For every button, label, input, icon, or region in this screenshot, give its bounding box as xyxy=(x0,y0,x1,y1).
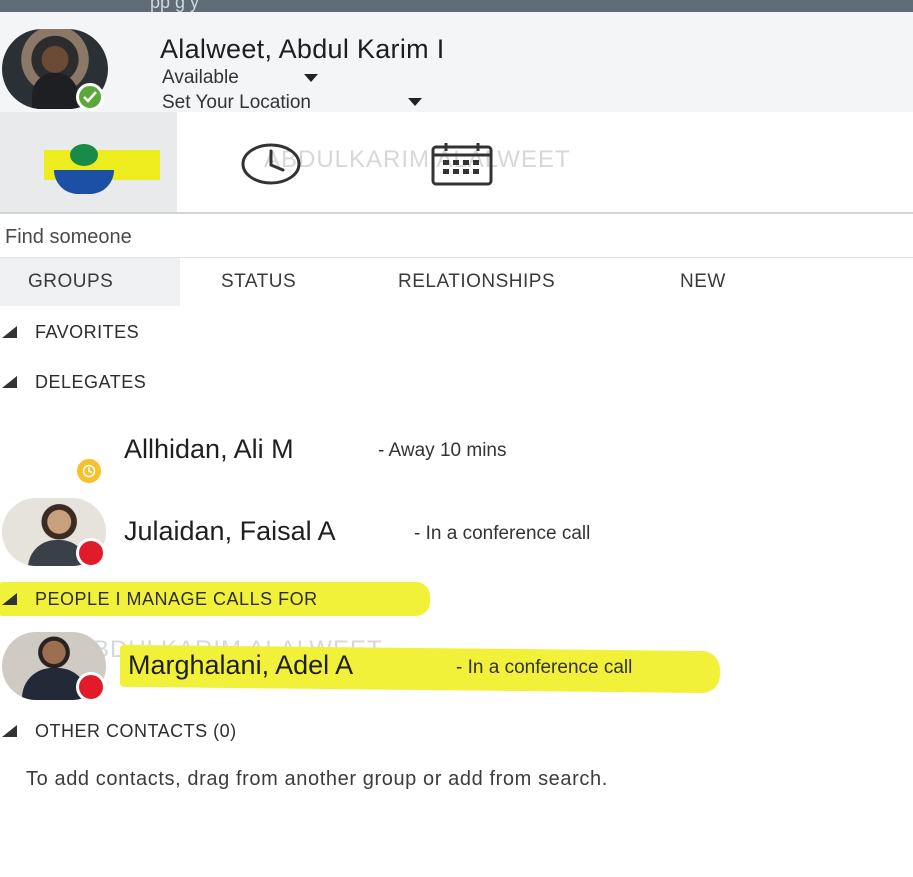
collapse-triangle-icon[interactable] xyxy=(2,725,17,737)
contacts-icon-body xyxy=(54,170,114,194)
contact-name: Allhidan, Ali M xyxy=(124,434,294,464)
group-label: FAVORITES xyxy=(35,321,140,342)
tab-meetings[interactable] xyxy=(430,142,494,191)
tab-new[interactable]: NEW xyxy=(680,258,726,306)
collapse-triangle-icon[interactable] xyxy=(2,593,17,605)
location-caret-icon[interactable] xyxy=(408,98,422,106)
away-presence-icon xyxy=(74,456,104,486)
clock-icon xyxy=(241,143,301,185)
contact-row-allhidan[interactable]: Allhidan, Ali M - Away 10 mins xyxy=(0,420,913,490)
contact-view-tabs: GROUPS STATUS RELATIONSHIPS NEW xyxy=(0,258,913,306)
contact-row-julaidan[interactable]: Julaidan, Faisal A - In a conference cal… xyxy=(0,496,913,568)
collapse-triangle-icon[interactable] xyxy=(2,326,17,338)
busy-presence-icon xyxy=(76,672,106,702)
tab-status[interactable]: STATUS xyxy=(221,258,296,306)
profile-header: Alalweet, Abdul Karim I Available Set Yo… xyxy=(0,12,913,114)
collapse-triangle-icon[interactable] xyxy=(2,376,17,388)
watermark-text: ABDULKARIM ALALWEET xyxy=(264,146,571,173)
group-label: OTHER CONTACTS (0) xyxy=(35,720,237,741)
group-delegates[interactable]: DELEGATES xyxy=(0,368,146,396)
status-caret-icon[interactable] xyxy=(304,74,318,82)
available-presence-icon xyxy=(76,83,104,111)
find-someone-input[interactable] xyxy=(0,222,600,252)
location-dropdown[interactable]: Set Your Location xyxy=(162,92,311,114)
contact-name: Julaidan, Faisal A xyxy=(124,516,336,546)
tab-contacts[interactable] xyxy=(0,112,177,212)
group-favorites[interactable]: FAVORITES xyxy=(0,318,139,346)
contact-name: Marghalani, Adel A xyxy=(128,650,354,680)
main-toolbar: ABDULKARIM ALALWEET xyxy=(0,112,913,214)
tab-recent[interactable] xyxy=(240,142,302,191)
my-name: Alalweet, Abdul Karim I xyxy=(160,34,445,64)
tab-relationships[interactable]: RELATIONSHIPS xyxy=(398,258,555,306)
contacts-icon xyxy=(70,144,98,166)
tab-groups[interactable]: GROUPS xyxy=(0,258,180,306)
contact-status: - In a conference call xyxy=(456,657,633,678)
calendar-icon xyxy=(431,143,493,186)
group-manage-calls[interactable]: PEOPLE I MANAGE CALLS FOR xyxy=(0,585,318,613)
contact-status: - Away 10 mins xyxy=(378,440,507,461)
contact-status: - In a conference call xyxy=(414,523,591,544)
empty-group-hint: To add contacts, drag from another group… xyxy=(26,768,608,790)
group-label: PEOPLE I MANAGE CALLS FOR xyxy=(35,588,318,609)
group-label: DELEGATES xyxy=(35,371,147,392)
search-bar xyxy=(0,214,913,258)
group-other-contacts[interactable]: OTHER CONTACTS (0) xyxy=(0,717,237,745)
contact-row-marghalani[interactable]: Marghalani, Adel A - In a conference cal… xyxy=(0,630,913,702)
busy-presence-icon xyxy=(76,538,106,568)
status-dropdown[interactable]: Available xyxy=(162,67,239,89)
